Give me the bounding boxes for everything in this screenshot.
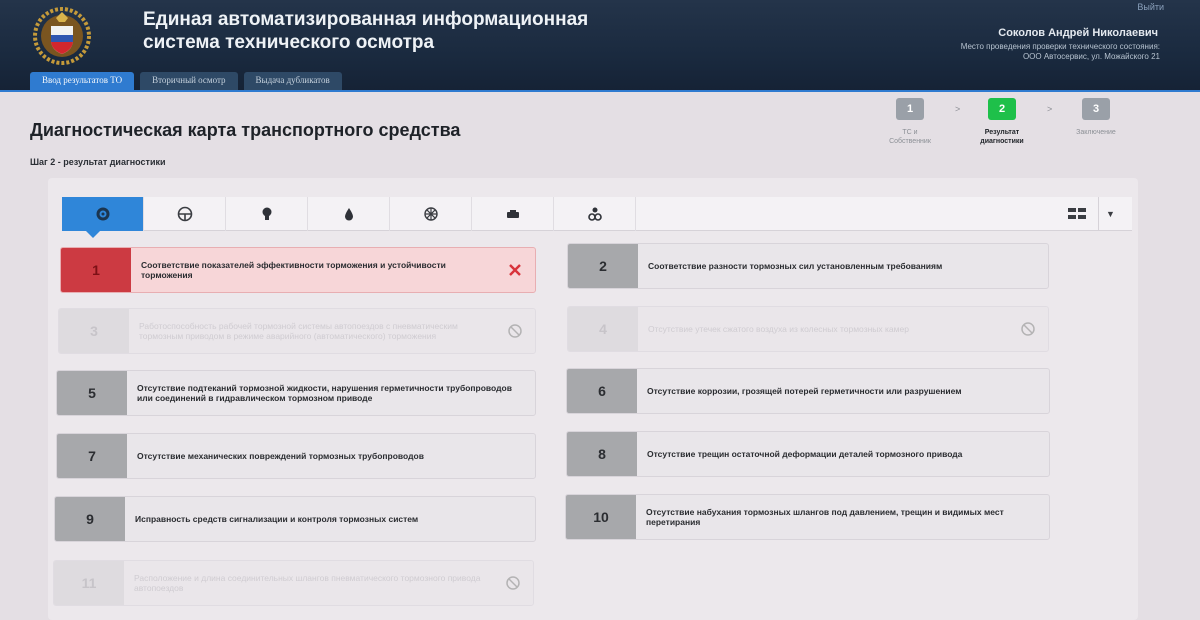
app-title-line2: система технического осмотра — [143, 32, 435, 53]
close-x-icon[interactable] — [495, 248, 535, 292]
check-text: Отсутствие механических повреждений торм… — [137, 451, 424, 461]
check-text: Соответствие показателей эффективности т… — [141, 260, 446, 280]
wheel-icon — [423, 207, 438, 221]
wizard-stepper: 1 ТС и Собственник > 2 Результат диагнос… — [870, 98, 1140, 158]
check-card[interactable]: 11 Расположение и длина соединительных ш… — [53, 560, 534, 606]
category-other[interactable] — [554, 197, 636, 231]
step-label-line1: Результат — [984, 129, 1020, 136]
check-number: 2 — [568, 244, 638, 288]
tab-results-entry[interactable]: Ввод результатов ТО — [30, 72, 135, 90]
light-bulb-icon — [262, 207, 271, 220]
check-number: 7 — [57, 434, 127, 478]
step-label-line1: Заключение — [1076, 129, 1116, 136]
step-label-line2: Собственник — [889, 138, 931, 145]
page-title: Диагностическая карта транспортного сред… — [30, 120, 461, 140]
category-engine[interactable] — [472, 197, 554, 231]
check-card[interactable]: 7 Отсутствие механических повреждений то… — [56, 433, 536, 479]
check-number: 10 — [566, 495, 636, 539]
check-text: Отсутствие набухания тормозных шлангов п… — [646, 507, 1004, 527]
engine-icon — [506, 210, 519, 218]
other-parts-icon — [587, 207, 602, 221]
check-number: 8 — [567, 432, 637, 476]
drop-icon — [344, 208, 353, 221]
check-number: 3 — [59, 309, 129, 353]
check-card[interactable]: 1 Соответствие показателей эффективности… — [60, 247, 536, 293]
stepper-step-1[interactable]: 1 ТС и Собственник — [870, 98, 950, 146]
active-category-caret — [86, 231, 100, 238]
check-card[interactable]: 6 Отсутствие коррозии, грозящей потерей … — [566, 368, 1050, 414]
step-label-line1: ТС и — [902, 129, 918, 136]
check-number: 5 — [57, 371, 127, 415]
step-label-text: Заключение — [1056, 128, 1136, 137]
category-fluids[interactable] — [308, 197, 390, 231]
location-value: ООО Автосервис, ул. Можайского 21 — [1022, 52, 1160, 61]
tab-secondary-inspection[interactable]: Вторичный осмотр — [140, 72, 238, 90]
step-arrow-icon: > — [955, 104, 961, 114]
check-number: 11 — [54, 561, 124, 605]
chevron-down-icon[interactable]: ▼ — [1098, 197, 1122, 231]
check-number: 1 — [61, 248, 131, 292]
not-applicable-icon — [493, 561, 533, 605]
step-label: Шаг 2 - результат диагностики — [30, 157, 166, 167]
stepper-step-3[interactable]: 3 Заключение — [1056, 98, 1136, 137]
location-label: Место проведения проверки технического с… — [960, 42, 1160, 51]
check-text: Отсутствие подтеканий тормозной жидкости… — [137, 383, 512, 403]
category-steering[interactable] — [144, 197, 226, 231]
check-number: 4 — [568, 307, 638, 351]
check-text: Исправность средств сигнализации и контр… — [135, 514, 419, 524]
step-arrow-icon: > — [1047, 104, 1053, 114]
tab-duplicates[interactable]: Выдача дубликатов — [243, 72, 342, 90]
check-card[interactable]: 3 Работоспособность рабочей тормозной си… — [58, 308, 536, 354]
check-card[interactable]: 9 Исправность средств сигнализации и кон… — [54, 496, 536, 542]
check-card[interactable]: 8 Отсутствие трещин остаточной деформаци… — [566, 431, 1050, 477]
view-controls: ▼ — [1062, 197, 1122, 231]
step-label-text: Результат диагностики — [962, 128, 1042, 146]
category-brakes[interactable] — [62, 197, 144, 231]
app-title: Единая автоматизированная информационная… — [143, 8, 743, 54]
brake-disc-icon — [96, 207, 109, 221]
check-text: Расположение и длина соединительных шлан… — [134, 573, 481, 593]
steering-wheel-icon — [177, 206, 192, 222]
check-card[interactable]: 4 Отсутствие утечек сжатого воздуха из к… — [567, 306, 1049, 352]
step-number: 3 — [1082, 98, 1110, 120]
app-title-line1: Единая автоматизированная информационная — [143, 9, 589, 30]
check-number: 9 — [55, 497, 125, 541]
step-label-text: ТС и Собственник — [870, 128, 950, 146]
check-text: Работоспособность рабочей тормозной сист… — [139, 321, 458, 341]
main-tabs: Ввод результатов ТО Вторичный осмотр Выд… — [30, 72, 342, 90]
step-number: 1 — [896, 98, 924, 120]
tab-underline — [0, 90, 1200, 92]
not-applicable-icon — [495, 309, 535, 353]
check-text: Соответствие разности тормозных сил уста… — [648, 261, 943, 271]
check-card[interactable]: 2 Соответствие разности тормозных сил ус… — [567, 243, 1049, 289]
stepper-step-2[interactable]: 2 Результат диагностики — [962, 98, 1042, 146]
category-wheels[interactable] — [390, 197, 472, 231]
category-lights[interactable] — [226, 197, 308, 231]
check-card[interactable]: 5 Отсутствие подтеканий тормозной жидкос… — [56, 370, 536, 416]
grid-view-icon[interactable] — [1068, 208, 1086, 220]
app-header: Единая автоматизированная информационная… — [0, 0, 1200, 92]
check-card[interactable]: 10 Отсутствие набухания тормозных шланго… — [565, 494, 1050, 540]
check-text: Отсутствие трещин остаточной деформации … — [647, 449, 963, 459]
logout-link[interactable]: Выйти — [1137, 2, 1164, 12]
not-applicable-icon — [1008, 307, 1048, 351]
user-name: Соколов Андрей Николаевич — [998, 27, 1158, 39]
check-text: Отсутствие утечек сжатого воздуха из кол… — [648, 324, 909, 334]
category-toolbar: ▼ — [62, 197, 1132, 231]
step-label-line2: диагностики — [980, 138, 1024, 145]
step-number: 2 — [988, 98, 1016, 120]
check-number: 6 — [567, 369, 637, 413]
check-text: Отсутствие коррозии, грозящей потерей ге… — [647, 386, 962, 396]
emblem-shield-icon — [33, 7, 91, 65]
